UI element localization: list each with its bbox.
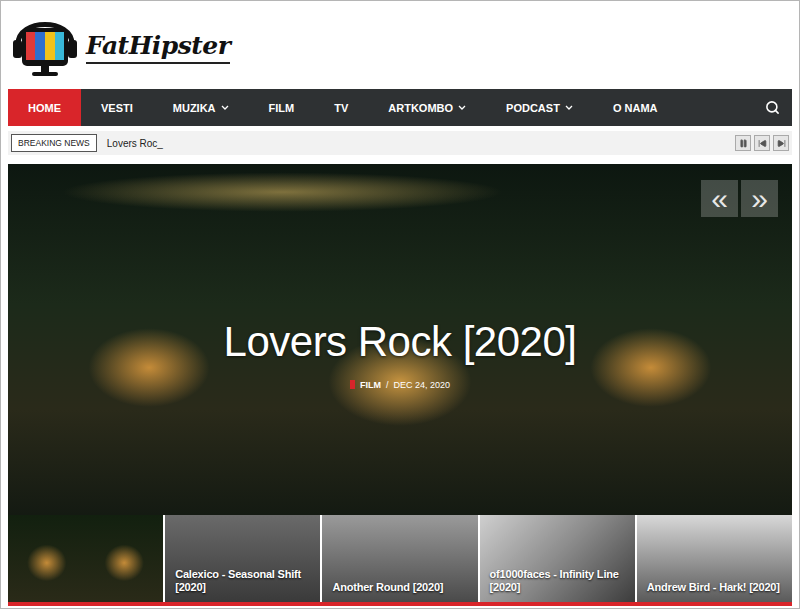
hero-title[interactable]: Lovers Rock [2020] bbox=[224, 318, 577, 366]
meta-separator: / bbox=[386, 380, 389, 390]
thumbnail-title[interactable]: Another Round [2020] bbox=[332, 581, 443, 594]
chevron-down-icon bbox=[565, 105, 573, 110]
thumbnail[interactable]: Andrew Bird - Hark! [2020] bbox=[637, 515, 792, 602]
next-button[interactable] bbox=[773, 135, 789, 151]
prev-slide-button[interactable]: « bbox=[701, 180, 738, 217]
main-nav: HOMEVESTIMUZIKAFILMTVARTKOMBOPODCASTO NA… bbox=[8, 89, 792, 126]
logo-tv-icon bbox=[10, 10, 80, 80]
hero-category[interactable]: FILM bbox=[360, 380, 381, 390]
previous-button[interactable] bbox=[754, 135, 770, 151]
search-icon bbox=[765, 100, 780, 115]
breaking-news-text[interactable]: Lovers Roc_ bbox=[107, 138, 163, 149]
nav-item[interactable]: PODCAST bbox=[486, 89, 593, 126]
nav-item[interactable]: ARTKOMBO bbox=[368, 89, 486, 126]
hero-slide[interactable]: Lovers Rock [2020] FILM / DEC 24, 2020 «» bbox=[8, 164, 792, 515]
nav-item[interactable]: MUZIKA bbox=[153, 89, 249, 126]
nav-item[interactable]: VESTI bbox=[81, 89, 153, 126]
thumbnail-strip: Calexico - Seasonal Shift [2020] Another … bbox=[8, 515, 792, 602]
nav-item[interactable]: FILM bbox=[249, 89, 315, 126]
nav-item[interactable]: O NAMA bbox=[593, 89, 678, 126]
thumbnail-title[interactable]: of1000faces - Infinity Line [2020] bbox=[490, 568, 625, 594]
site-logo[interactable]: FatHipster bbox=[86, 31, 230, 64]
thumbnail[interactable]: of1000faces - Infinity Line [2020] bbox=[480, 515, 635, 602]
category-mark bbox=[350, 380, 355, 389]
pause-button[interactable] bbox=[735, 135, 751, 151]
ticker-controls bbox=[735, 135, 789, 151]
chevron-down-icon bbox=[221, 105, 229, 110]
chevron-down-icon bbox=[458, 105, 466, 110]
breaking-news-bar: BREAKING NEWS Lovers Roc_ bbox=[8, 131, 792, 155]
slider-progress-bar bbox=[8, 602, 792, 606]
hero-meta: FILM / DEC 24, 2020 bbox=[350, 380, 450, 390]
nav-item[interactable]: TV bbox=[314, 89, 368, 126]
nav-item[interactable]: HOME bbox=[8, 89, 81, 126]
skip-forward-icon bbox=[777, 139, 786, 148]
thumbnail[interactable]: Another Round [2020] bbox=[322, 515, 477, 602]
skip-back-icon bbox=[758, 139, 767, 148]
hero-date: DEC 24, 2020 bbox=[393, 380, 450, 390]
slider-arrows: «» bbox=[701, 180, 778, 217]
thumbnail[interactable]: Calexico - Seasonal Shift [2020] bbox=[165, 515, 320, 602]
breaking-news-label: BREAKING NEWS bbox=[11, 134, 97, 152]
search-button[interactable] bbox=[753, 89, 792, 126]
site-header: FatHipster bbox=[8, 1, 792, 89]
page: FatHipsterHOMEVESTIMUZIKAFILMTVARTKOMBOP… bbox=[0, 0, 800, 609]
thumbnail-title[interactable]: Andrew Bird - Hark! [2020] bbox=[647, 581, 780, 594]
next-slide-button[interactable]: » bbox=[741, 180, 778, 217]
thumbnail[interactable] bbox=[8, 515, 163, 602]
thumbnail-title[interactable]: Calexico - Seasonal Shift [2020] bbox=[175, 568, 310, 594]
pause-icon bbox=[739, 139, 748, 148]
